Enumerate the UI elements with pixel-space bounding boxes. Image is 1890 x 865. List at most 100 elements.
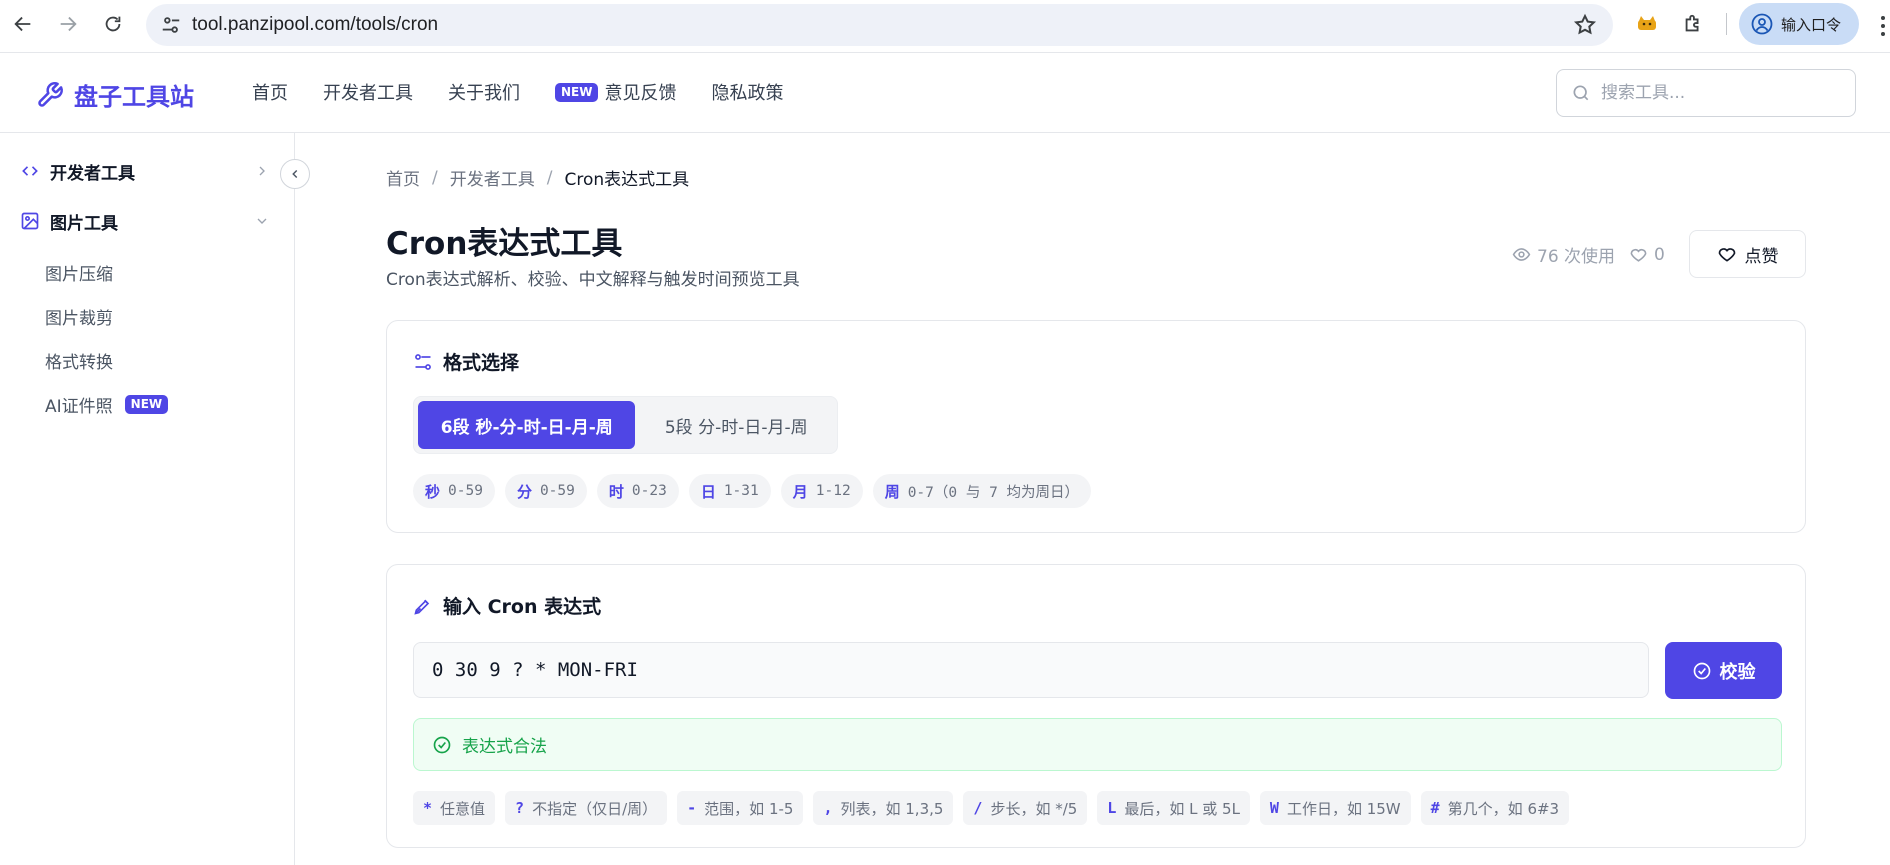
- search-input[interactable]: [1601, 83, 1841, 103]
- hint-symbol: ,: [823, 799, 833, 817]
- nav-home[interactable]: 首页: [252, 79, 288, 105]
- browser-menu-icon[interactable]: [1876, 13, 1890, 39]
- hint-symbol: /: [973, 799, 983, 817]
- field-range: 1-12: [815, 483, 851, 499]
- nav-developer-tools[interactable]: 开发者工具: [323, 79, 413, 105]
- site-logo[interactable]: 盘子工具站: [36, 77, 194, 112]
- hint-text: 不指定（仅日/周）: [532, 799, 658, 818]
- like-button[interactable]: 点赞: [1689, 230, 1806, 278]
- hint-text: 任意值: [440, 799, 486, 818]
- format-option-5-field[interactable]: 5段 分-时-日-月-周: [639, 401, 833, 449]
- cron-input-card-header: 输入 Cron 表达式: [413, 592, 601, 619]
- sidebar-item-label: 图片裁剪: [45, 309, 113, 329]
- breadcrumb-developer-tools[interactable]: 开发者工具: [450, 165, 535, 190]
- nav-privacy[interactable]: 隐私政策: [711, 79, 783, 105]
- arrow-left-icon: [14, 16, 31, 32]
- syntax-hint: L 最后，如 L 或 5L: [1097, 791, 1250, 825]
- validation-status-text: 表达式合法: [462, 737, 547, 757]
- nav-developer-tools-label: 开发者工具: [323, 83, 413, 104]
- new-badge: NEW: [555, 82, 599, 102]
- search-icon: [1573, 85, 1589, 101]
- syntax-hint: W 工作日，如 15W: [1259, 791, 1411, 825]
- nav-feedback[interactable]: NEW 意见反馈: [555, 79, 676, 105]
- code-icon: [22, 166, 38, 176]
- format-card-header: 格式选择: [413, 348, 519, 375]
- settings-sliders-icon: [415, 353, 431, 370]
- usage-stats: 76 次使用 0: [1512, 242, 1665, 267]
- sidebar-item-image-crop[interactable]: 图片裁剪: [45, 304, 113, 329]
- search-box[interactable]: [1556, 69, 1856, 117]
- chevron-left-icon: [292, 169, 298, 179]
- breadcrumb-separator: /: [546, 167, 553, 188]
- field-range-chip: 月 1-12: [780, 474, 863, 508]
- site-settings-icon[interactable]: [160, 14, 182, 36]
- like-button-label: 点赞: [1744, 246, 1779, 267]
- top-nav: 首页 开发者工具 关于我们 NEW 意见反馈 隐私政策: [252, 79, 818, 105]
- extension-button[interactable]: [1633, 10, 1661, 38]
- syntax-hint: , 列表，如 1,3,5: [813, 791, 954, 825]
- url-text[interactable]: tool.panzipool.com/tools/cron: [192, 14, 438, 36]
- sidebar-group-label: 开发者工具: [50, 163, 135, 184]
- like-count-text: 0: [1654, 244, 1665, 265]
- profile-button[interactable]: 输入口令: [1739, 3, 1859, 45]
- nav-feedback-label: 意见反馈: [604, 83, 677, 104]
- sidebar: 开发者工具 图片工具 图片压缩 图片裁剪 格式转换 AI证件照 NEW: [0, 133, 295, 865]
- field-key: 分: [516, 482, 532, 501]
- breadcrumb-separator: /: [432, 167, 438, 188]
- field-range: 0-23: [631, 483, 667, 499]
- sidebar-item-ai-id-photo[interactable]: AI证件照 NEW: [45, 392, 169, 417]
- field-key: 月: [792, 482, 808, 501]
- cron-expression-input[interactable]: [413, 642, 1649, 698]
- chevron-right-icon: [259, 166, 265, 176]
- hint-text: 范围，如 1-5: [704, 799, 794, 818]
- field-key: 日: [700, 482, 716, 501]
- field-range-chip: 秒 0-59: [413, 474, 495, 508]
- profile-label: 输入口令: [1781, 15, 1842, 34]
- field-key: 时: [608, 482, 624, 501]
- field-range: 0-7（0 与 7 均为周日）: [907, 484, 1080, 501]
- hint-symbol: *: [423, 799, 433, 817]
- site-header: 盘子工具站 首页 开发者工具 关于我们 NEW 意见反馈 隐私政策: [0, 53, 1890, 133]
- syntax-hint: - 范围，如 1-5: [677, 791, 804, 825]
- nav-about-label: 关于我们: [448, 83, 520, 104]
- nav-home-label: 首页: [252, 83, 288, 104]
- sidebar-item-format-convert[interactable]: 格式转换: [45, 348, 113, 373]
- sidebar-group-developer-tools[interactable]: 开发者工具: [20, 156, 270, 186]
- logo-text: 盘子工具站: [74, 83, 194, 111]
- back-button[interactable]: [8, 9, 38, 39]
- format-option-6-field[interactable]: 6段 秒-分-时-日-月-周: [418, 401, 636, 449]
- address-bar[interactable]: tool.panzipool.com/tools/cron: [146, 4, 1613, 46]
- page-title: Cron表达式工具: [386, 226, 623, 262]
- breadcrumb: 首页 / 开发者工具 / Cron表达式工具: [386, 165, 689, 191]
- field-range-chip: 时 0-23: [596, 474, 679, 508]
- hint-text: 最后，如 L 或 5L: [1124, 799, 1240, 818]
- chevron-down-icon: [257, 218, 267, 224]
- heart-icon: [1718, 248, 1735, 262]
- field-range: 0-59: [539, 483, 575, 499]
- browser-toolbar: tool.panzipool.com/tools/cron 输入口令: [0, 0, 1890, 53]
- nav-about[interactable]: 关于我们: [448, 79, 520, 105]
- arrow-right-icon: [60, 16, 77, 32]
- page-subtitle: Cron表达式解析、校验、中文解释与触发时间预览工具: [386, 270, 800, 290]
- sidebar-collapse-button[interactable]: [280, 159, 310, 189]
- bookmark-star-icon[interactable]: [1573, 13, 1597, 37]
- heart-icon: [1630, 248, 1647, 262]
- breadcrumb-home[interactable]: 首页: [386, 165, 420, 190]
- hint-symbol: W: [1269, 799, 1279, 817]
- sidebar-item-label: 格式转换: [45, 353, 113, 373]
- syntax-hint: # 第几个，如 6#3: [1420, 791, 1570, 825]
- sidebar-item-label: 图片压缩: [45, 265, 113, 285]
- sidebar-group-image-tools[interactable]: 图片工具: [20, 206, 270, 236]
- extensions-menu-button[interactable]: [1679, 10, 1707, 38]
- validation-status: 表达式合法: [413, 718, 1782, 771]
- field-range-chip: 日 1-31: [688, 474, 771, 508]
- reload-button[interactable]: [98, 9, 128, 39]
- field-range-list: 秒 0-59 分 0-59 时 0-23 日 1-31 月 1-12 周 0-7（0 与 7…: [413, 474, 1092, 508]
- verify-button[interactable]: 校验: [1665, 642, 1782, 699]
- profile-icon: [1751, 13, 1773, 35]
- forward-button[interactable]: [53, 9, 83, 39]
- sidebar-item-image-compress[interactable]: 图片压缩: [45, 260, 113, 285]
- format-card: 格式选择 6段 秒-分-时-日-月-周 5段 分-时-日-月-周 秒 0-59 分…: [386, 320, 1806, 533]
- syntax-hint: * 任意值: [413, 791, 496, 825]
- wrench-icon: [38, 81, 63, 107]
